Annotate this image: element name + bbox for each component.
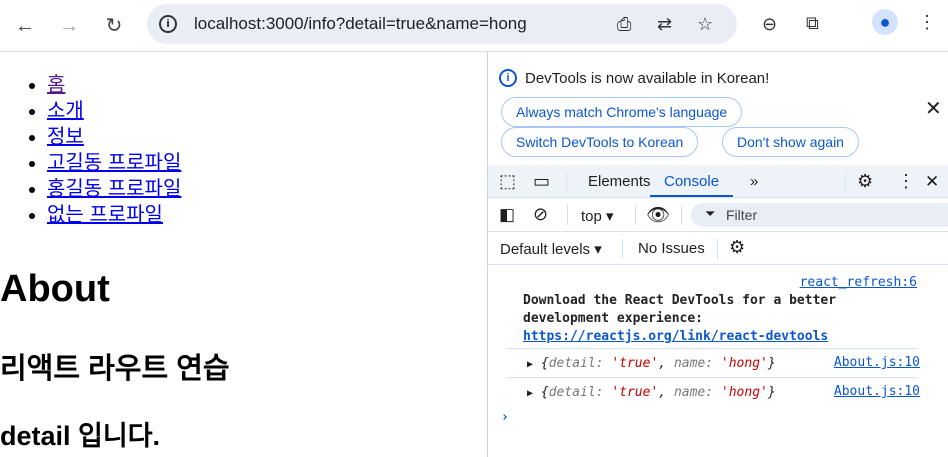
address-bar[interactable]: i localhost:3000/info?detail=true&name=h… bbox=[147, 4, 737, 44]
nav-list: 홈 소개 정보 고길동 프로파일 홍길동 프로파일 없는 프로파일 bbox=[47, 72, 181, 228]
message-text: Download the React DevTools for a better… bbox=[523, 293, 837, 326]
issues-button[interactable]: No Issues bbox=[638, 240, 705, 257]
console-log-row[interactable]: ▶ {detail: 'true', name: 'hong'} About.j… bbox=[506, 377, 920, 406]
puzzle-icon[interactable]: ⧉ bbox=[806, 13, 819, 34]
levels-value: Default levels bbox=[500, 241, 591, 258]
page-content: 홈 소개 정보 고길동 프로파일 홍길동 프로파일 없는 프로파일 About … bbox=[0, 52, 487, 457]
filter-icon: ⏷ bbox=[705, 206, 716, 221]
translate-icon[interactable]: ⇄ bbox=[657, 14, 672, 35]
info-icon: i bbox=[499, 69, 517, 87]
device-toolbar-icon[interactable]: ▭ bbox=[533, 165, 550, 198]
filter-input[interactable]: ⏷ Filter bbox=[691, 203, 948, 227]
extension-icon[interactable]: ⊖ bbox=[762, 14, 777, 35]
console-settings-icon[interactable]: ⚙ bbox=[729, 237, 745, 258]
settings-icon[interactable]: ⚙ bbox=[857, 165, 873, 198]
reload-button[interactable]: ↻ bbox=[98, 10, 130, 42]
devtools-tabs: ⬚ ▭ Elements Console » ⚙ ⋮ ✕ bbox=[488, 165, 948, 198]
console-log-row[interactable]: ▶ {detail: 'true', name: 'hong'} About.j… bbox=[506, 348, 920, 377]
nav-link-intro[interactable]: 소개 bbox=[47, 100, 84, 122]
console-prompt[interactable]: › bbox=[501, 410, 509, 425]
menu-icon[interactable]: ⋮ bbox=[918, 12, 936, 33]
tab-elements[interactable]: Elements bbox=[588, 165, 651, 198]
console-levels-bar: Default levels ▾ No Issues ⚙ bbox=[488, 232, 948, 265]
more-options-icon[interactable]: ⋮ bbox=[897, 165, 915, 198]
nav-link-none-profile[interactable]: 없는 프로파일 bbox=[47, 204, 163, 226]
source-link[interactable]: About.js:10 bbox=[834, 355, 920, 370]
sidebar-toggle-icon[interactable]: ◧ bbox=[499, 205, 515, 225]
url-text[interactable]: localhost:3000/info?detail=true&name=hon… bbox=[194, 14, 527, 34]
expand-icon[interactable]: ▶ bbox=[527, 388, 533, 399]
star-icon[interactable]: ☆ bbox=[697, 14, 713, 35]
browser-toolbar: ← → ↻ i localhost:3000/info?detail=true&… bbox=[0, 0, 948, 52]
nav-link-home[interactable]: 홈 bbox=[47, 74, 65, 96]
clear-console-icon[interactable]: ⊘ bbox=[533, 204, 548, 225]
expand-icon[interactable]: ▶ bbox=[527, 359, 533, 370]
devtools-panel: i DevTools is now available in Korean! ✕… bbox=[487, 52, 948, 457]
site-info-icon[interactable]: i bbox=[159, 15, 177, 33]
page-title: About bbox=[0, 268, 110, 310]
page-subtitle: 리액트 라우트 연습 bbox=[0, 353, 230, 385]
language-notice: i DevTools is now available in Korean! ✕… bbox=[488, 52, 948, 165]
install-icon[interactable]: ⎙ bbox=[617, 14, 631, 35]
dont-show-button[interactable]: Don't show again bbox=[722, 127, 859, 157]
source-link[interactable]: react_refresh:6 bbox=[800, 275, 917, 290]
nav-link-info[interactable]: 정보 bbox=[47, 126, 84, 148]
context-select[interactable]: top ▾ bbox=[581, 207, 614, 225]
profile-avatar[interactable]: ● bbox=[872, 9, 898, 35]
context-value: top bbox=[581, 208, 602, 225]
more-tabs-icon[interactable]: » bbox=[750, 165, 758, 198]
always-match-button[interactable]: Always match Chrome's language bbox=[501, 97, 743, 127]
inspect-element-icon[interactable]: ⬚ bbox=[499, 165, 516, 198]
close-devtools-icon[interactable]: ✕ bbox=[925, 165, 939, 198]
console-message: Download the React DevTools for a better… bbox=[523, 292, 903, 346]
tab-console[interactable]: Console bbox=[650, 165, 734, 197]
source-link[interactable]: About.js:10 bbox=[834, 384, 920, 399]
nav-link-go-profile[interactable]: 고길동 프로파일 bbox=[47, 152, 181, 174]
back-button[interactable]: ← bbox=[9, 10, 41, 42]
devtools-link[interactable]: https://reactjs.org/link/react-devtools bbox=[523, 329, 828, 344]
detail-heading: detail 입니다. bbox=[0, 421, 161, 451]
close-notice-icon[interactable]: ✕ bbox=[925, 96, 942, 121]
live-expression-icon[interactable]: 👁 bbox=[646, 203, 670, 227]
forward-button[interactable]: → bbox=[53, 10, 85, 42]
nav-link-hong-profile[interactable]: 홍길동 프로파일 bbox=[47, 178, 181, 200]
levels-select[interactable]: Default levels ▾ bbox=[500, 240, 602, 258]
switch-korean-button[interactable]: Switch DevTools to Korean bbox=[501, 127, 699, 157]
console-toolbar: ◧ ⊘ top ▾ 👁 ⏷ Filter bbox=[488, 198, 948, 232]
filter-placeholder: Filter bbox=[726, 207, 758, 223]
notice-text: DevTools is now available in Korean! bbox=[525, 70, 770, 87]
